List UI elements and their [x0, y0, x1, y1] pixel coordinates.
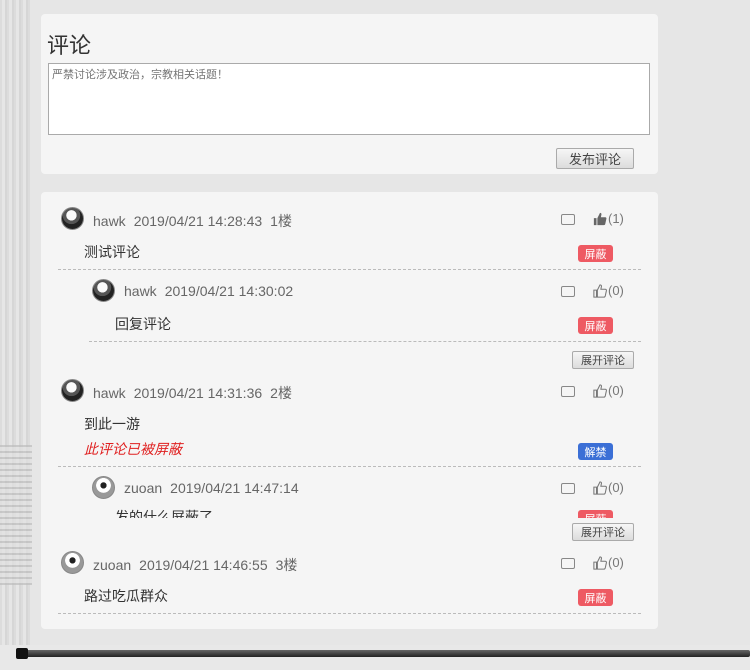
avatar[interactable] [92, 476, 115, 499]
comment-time: 2019/04/21 14:30:02 [164, 283, 294, 299]
block-button[interactable]: 屏蔽 [578, 510, 613, 518]
like-button[interactable]: (0) [593, 383, 624, 398]
comment-text: 回复评论 [115, 316, 171, 332]
comment-meta: zuoan 2019/04/21 14:47:14 [124, 480, 307, 496]
comment-meta: hawk 2019/04/21 14:30:02 [124, 283, 301, 299]
scrollbar-thumb[interactable] [16, 648, 28, 659]
comment-time: 2019/04/21 14:47:14 [170, 480, 299, 496]
divider [89, 341, 641, 342]
comment-username[interactable]: hawk [93, 213, 126, 229]
divider [58, 466, 641, 467]
reply-icon[interactable] [561, 553, 575, 569]
like-count: (1) [608, 211, 624, 226]
like-button[interactable]: (0) [593, 480, 624, 495]
expand-comments-button[interactable]: 展开评论 [572, 523, 634, 541]
reply-icon[interactable] [561, 281, 575, 297]
comment-text: 到此一游 [84, 416, 140, 432]
thumbs-up-filled-icon [593, 212, 607, 225]
comment-meta: hawk 2019/04/21 14:28:43 1楼 [93, 211, 300, 231]
avatar[interactable] [61, 379, 84, 402]
comment-meta: hawk 2019/04/21 14:31:36 2楼 [93, 383, 300, 403]
like-count: (0) [608, 555, 624, 570]
post-comment-button[interactable]: 发布评论 [556, 148, 634, 169]
comment-floor: 3楼 [275, 557, 298, 573]
block-button[interactable]: 屏蔽 [578, 245, 613, 262]
reply-icon[interactable] [561, 478, 575, 494]
like-count: (0) [608, 283, 624, 298]
comment-username[interactable]: hawk [93, 385, 126, 401]
comment-time: 2019/04/21 14:46:55 [139, 557, 268, 573]
like-button[interactable]: (1) [593, 211, 624, 226]
reply-icon[interactable] [561, 381, 575, 397]
like-count: (0) [608, 480, 624, 495]
divider [58, 613, 641, 614]
comment-floor: 1楼 [270, 213, 292, 229]
avatar[interactable] [61, 551, 84, 574]
page-background-decoration [0, 0, 32, 645]
comment-section-title: 评论 [47, 33, 92, 58]
clipped-reply-area: 发的什么屏蔽了 屏蔽 [101, 504, 658, 518]
comment-compose-panel: 评论 发布评论 [41, 14, 658, 174]
avatar[interactable] [92, 279, 115, 302]
like-count: (0) [608, 383, 624, 398]
comment-username[interactable]: zuoan [93, 557, 131, 573]
thumbs-up-icon [593, 283, 607, 298]
comment-text: 路过吃瓜群众 [84, 588, 168, 604]
scrollbar-track[interactable] [16, 650, 750, 657]
like-button[interactable]: (0) [593, 283, 624, 298]
comment-time: 2019/04/21 14:31:36 [133, 385, 263, 401]
horizontal-scrollbar[interactable] [0, 645, 750, 670]
background-sketch [0, 445, 32, 585]
reply-icon[interactable] [561, 209, 575, 225]
comment-floor: 2楼 [270, 385, 292, 401]
expand-comments-button[interactable]: 展开评论 [572, 351, 634, 369]
comment-text: 发的什么屏蔽了 [115, 509, 213, 518]
comment-text: 测试评论 [84, 244, 140, 260]
thumbs-up-icon [593, 383, 607, 398]
block-button[interactable]: 屏蔽 [578, 317, 613, 334]
avatar[interactable] [61, 207, 84, 230]
blocked-notice: 此评论已被屏蔽 [84, 441, 182, 457]
divider [58, 269, 641, 270]
thumbs-up-icon [593, 480, 607, 495]
comment-username[interactable]: hawk [124, 283, 157, 299]
like-button[interactable]: (0) [593, 555, 624, 570]
unblock-button[interactable]: 解禁 [578, 443, 613, 460]
comment-meta: zuoan 2019/04/21 14:46:55 3楼 [93, 555, 305, 575]
block-button[interactable]: 屏蔽 [578, 589, 613, 606]
comment-list-panel: hawk 2019/04/21 14:28:43 1楼 (1) 测试评论 屏蔽 ha… [41, 192, 658, 629]
thumbs-up-icon [593, 555, 607, 570]
comment-time: 2019/04/21 14:28:43 [133, 213, 263, 229]
comment-username[interactable]: zuoan [124, 480, 162, 496]
comment-input[interactable] [48, 63, 650, 135]
